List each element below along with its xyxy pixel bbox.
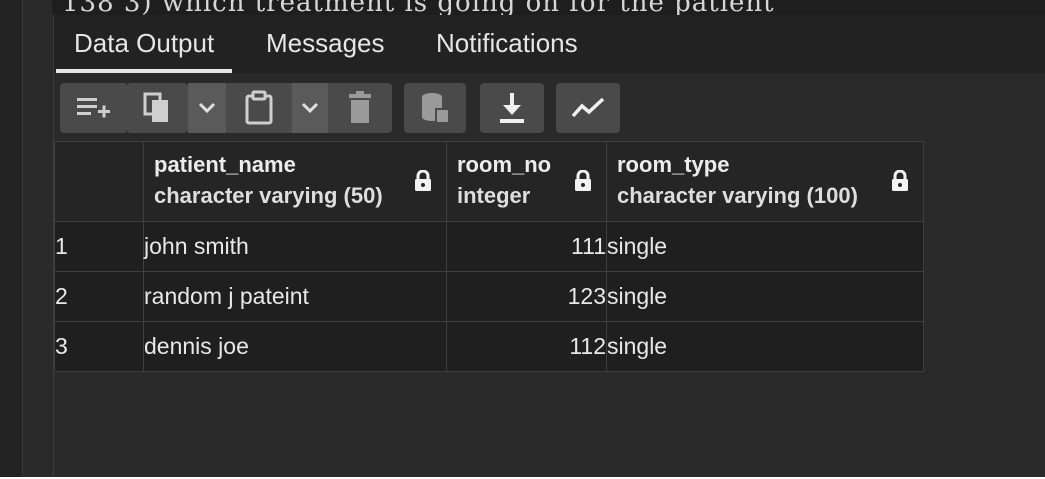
column-header-room-no[interactable]: room_no integer — [446, 141, 607, 222]
paste-icon — [245, 90, 273, 125]
results-grid: patient_name character varying (50) room… — [54, 141, 924, 372]
row-number[interactable]: 3 — [54, 321, 144, 372]
tab-messages[interactable]: Messages — [248, 15, 403, 73]
graph-visualiser-button[interactable] — [556, 83, 620, 133]
query-editor[interactable]: 138 3) which treatment is going on for t… — [52, 0, 1045, 15]
lock-icon — [415, 170, 431, 191]
app-frame: 138 3) which treatment is going on for t… — [0, 0, 1045, 479]
tab-data-output[interactable]: Data Output — [56, 15, 233, 73]
save-data-icon — [422, 93, 450, 124]
lock-icon — [575, 170, 591, 191]
table-row[interactable]: 2 random j pateint 123 single — [54, 271, 924, 322]
column-name: room_type — [617, 152, 730, 177]
cell-patient-name[interactable]: john smith — [143, 221, 447, 272]
table-row[interactable]: 3 dennis joe 112 single — [54, 321, 924, 372]
line-number-column — [22, 0, 53, 477]
editor-code-line: 138 3) which treatment is going on for t… — [62, 0, 775, 15]
cell-room-no[interactable]: 123 — [446, 271, 607, 322]
save-data-button[interactable] — [404, 83, 466, 133]
download-button[interactable] — [480, 83, 544, 133]
results-tabs: Data Output Messages Notifications — [54, 15, 1045, 73]
table-row[interactable]: 1 john smith 111 single — [54, 221, 924, 272]
row-number-header — [54, 141, 144, 222]
copy-options-dropdown[interactable] — [188, 83, 226, 133]
cell-patient-name[interactable]: dennis joe — [143, 321, 447, 372]
editor-gutter — [0, 0, 22, 477]
column-name: patient_name — [154, 152, 296, 177]
lock-icon — [892, 170, 908, 191]
delete-button[interactable] — [328, 83, 392, 133]
results-toolbar — [54, 73, 1045, 141]
results-panel: Data Output Messages Notifications patie… — [53, 15, 1045, 477]
column-header-patient-name[interactable]: patient_name character varying (50) — [143, 141, 447, 222]
delete-icon — [349, 91, 371, 123]
row-number[interactable]: 2 — [54, 271, 144, 322]
cell-room-no[interactable]: 112 — [446, 321, 607, 372]
copy-icon — [143, 92, 168, 122]
cell-room-type[interactable]: single — [606, 321, 924, 372]
paste-options-dropdown[interactable] — [292, 83, 328, 133]
download-icon — [500, 93, 524, 123]
column-header-room-type[interactable]: room_type character varying (100) — [606, 141, 924, 222]
copy-button[interactable] — [126, 83, 188, 133]
add-row-icon — [77, 98, 110, 118]
cell-room-no[interactable]: 111 — [446, 221, 607, 272]
cell-room-type[interactable]: single — [606, 271, 924, 322]
paste-button[interactable] — [226, 83, 292, 133]
cell-room-type[interactable]: single — [606, 221, 924, 272]
cell-patient-name[interactable]: random j pateint — [143, 271, 447, 322]
tab-notifications[interactable]: Notifications — [418, 15, 596, 73]
row-number[interactable]: 1 — [54, 221, 144, 272]
chevron-down-icon — [301, 102, 319, 114]
graph-icon — [571, 97, 605, 118]
column-type: character varying (50) — [154, 183, 383, 208]
chevron-down-icon — [198, 102, 216, 114]
column-type: character varying (100) — [617, 183, 858, 208]
add-row-button[interactable] — [60, 83, 126, 133]
